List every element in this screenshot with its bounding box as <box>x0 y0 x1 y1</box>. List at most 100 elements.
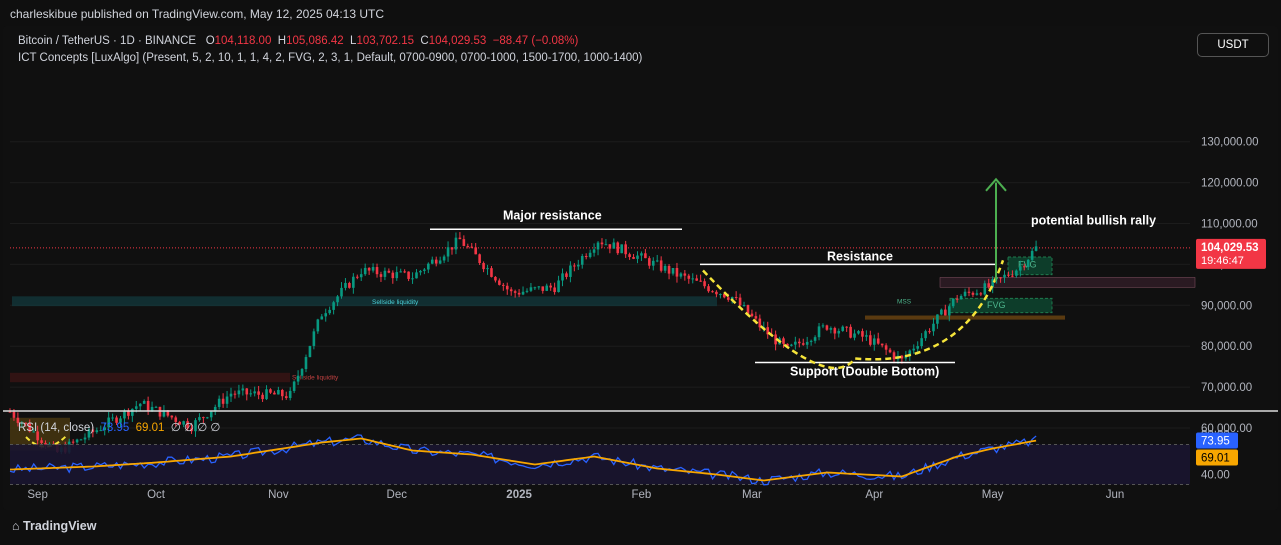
candle <box>648 256 651 269</box>
candle-body <box>636 255 639 259</box>
candle-body <box>912 348 916 351</box>
candle <box>206 416 209 419</box>
candle <box>861 328 864 342</box>
premium-band <box>939 277 1196 288</box>
symbol-label[interactable]: Bitcoin / TetherUS · 1D · BINANCE <box>18 35 196 47</box>
candle-body <box>537 286 541 288</box>
price-badge-countdown: 19:46:47 <box>1201 255 1244 267</box>
candle-body <box>509 289 513 292</box>
candle-body <box>525 290 529 292</box>
rsi-ma-badge-value: 69.01 <box>1201 453 1230 465</box>
candle <box>971 291 975 298</box>
price-axis-label: 130,000.00 <box>1201 137 1259 149</box>
candle-body <box>782 338 785 344</box>
time-axis-label: Jun <box>1106 489 1125 501</box>
candle <box>695 274 698 281</box>
candle <box>691 273 695 284</box>
change-value: −88.47 (−0.08%) <box>492 35 579 47</box>
candle-body <box>750 313 754 317</box>
candle <box>387 268 391 274</box>
rsi-legend[interactable]: RSI (14, close) 73.95 69.01 ∅ ∅ ∅ ∅ <box>18 420 220 434</box>
candle-body <box>916 346 919 349</box>
candle <box>632 253 635 260</box>
candle-body <box>651 260 655 266</box>
indicator-legend[interactable]: ICT Concepts [LuxAlgo] (Present, 5, 2, 1… <box>18 52 642 64</box>
candle-body <box>734 297 738 299</box>
candle-body <box>482 263 485 270</box>
candle-body <box>142 400 146 404</box>
candle-body <box>474 247 477 255</box>
double-bottom-curve <box>702 259 1005 370</box>
candle-body <box>427 263 430 270</box>
candle-body <box>296 375 300 382</box>
candle-body <box>332 302 335 310</box>
candle <box>667 264 671 280</box>
low-value: 103,702.15 <box>356 35 414 47</box>
candle <box>1034 240 1038 252</box>
candle-body <box>265 389 268 400</box>
candle <box>379 271 383 282</box>
candle-body <box>671 267 675 274</box>
candle-body <box>367 267 371 271</box>
candle-body <box>1022 266 1026 268</box>
footer-brand[interactable]: ⌂ TradingView <box>12 519 96 533</box>
candle <box>269 388 272 394</box>
candle-body <box>979 293 983 295</box>
candle <box>348 281 351 289</box>
candle <box>580 253 584 269</box>
candle <box>805 336 809 349</box>
candle-body <box>529 287 533 291</box>
candle-body <box>40 440 43 443</box>
candle-body <box>667 265 671 274</box>
candle <box>486 264 489 275</box>
candle <box>1030 247 1034 261</box>
candle-body <box>288 390 292 398</box>
candle-body <box>383 270 387 277</box>
rsi-badge-value: 73.95 <box>1201 436 1230 448</box>
candle-body <box>138 403 142 407</box>
candle <box>853 329 856 341</box>
candle <box>703 278 706 289</box>
time-axis-label: Apr <box>865 489 883 501</box>
candle <box>592 243 596 257</box>
candle-body <box>292 381 296 391</box>
candle <box>924 329 927 341</box>
candle <box>284 391 288 400</box>
candle-body <box>269 389 272 393</box>
candle <box>470 242 474 249</box>
mss-label: MSS <box>897 299 912 306</box>
candle-body <box>703 281 706 287</box>
candle-body <box>502 284 505 286</box>
currency-button[interactable]: USDT <box>1197 33 1269 57</box>
candle-body <box>134 406 138 409</box>
candle-body <box>308 345 312 358</box>
candle-body <box>932 323 935 332</box>
candle-body <box>79 439 83 441</box>
candle <box>817 322 821 341</box>
candle <box>719 293 722 299</box>
candle <box>241 384 245 396</box>
candle <box>217 395 221 410</box>
candle-body <box>423 269 426 271</box>
rsi-band <box>10 444 1190 485</box>
candle-body <box>865 335 868 337</box>
candle <box>407 271 410 282</box>
candle-body <box>316 319 320 332</box>
sellside-liquidity-zone-2 <box>10 372 290 383</box>
candle-body <box>742 305 746 307</box>
price-chart[interactable]: Sellside liquiditySellside liquidityFVGF… <box>0 0 1281 545</box>
candle-body <box>699 280 702 282</box>
candle <box>419 269 422 276</box>
candle-body <box>498 280 501 285</box>
candle-body <box>955 298 959 300</box>
candle-body <box>352 276 355 288</box>
candle-body <box>719 294 722 296</box>
candle-body <box>328 309 331 314</box>
candle-body <box>403 271 406 273</box>
open-value: 104,118.00 <box>214 35 272 47</box>
tradingview-logo-icon: ⌂ <box>12 519 20 533</box>
rsi-pane: 80.0040.0073.9569.01 <box>9 430 1238 486</box>
candle <box>620 244 624 254</box>
candle-body <box>624 244 627 255</box>
candle <box>967 287 971 297</box>
